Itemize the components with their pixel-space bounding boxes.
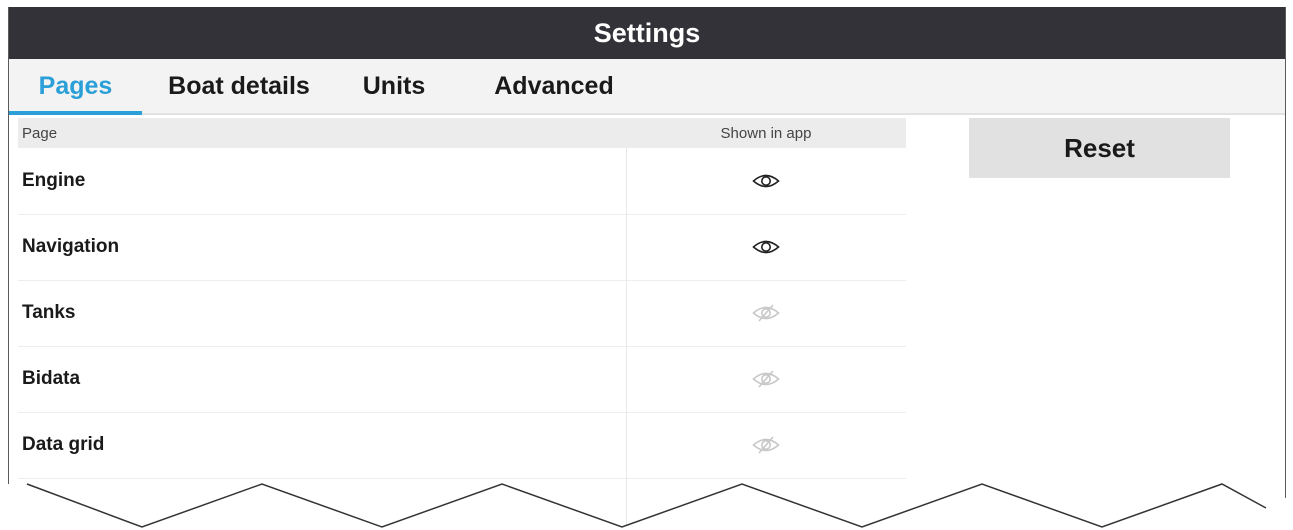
column-header-shown: Shown in app bbox=[720, 125, 812, 142]
page-name: Navigation bbox=[22, 236, 120, 257]
tab-label: Boat details bbox=[168, 71, 310, 100]
visibility-toggle[interactable] bbox=[626, 214, 906, 280]
column-divider bbox=[626, 478, 627, 530]
tab-units[interactable]: Units bbox=[349, 59, 439, 113]
tab-advanced[interactable]: Advanced bbox=[479, 59, 629, 113]
pages-table: Page Shown in app Engine Navigation Tank… bbox=[18, 118, 906, 530]
visibility-toggle[interactable] bbox=[626, 346, 906, 412]
page-name: Data grid bbox=[22, 434, 105, 455]
tab-bar: Pages Boat details Units Advanced bbox=[9, 59, 1285, 115]
reset-button[interactable]: Reset bbox=[969, 118, 1230, 178]
tab-boat-details[interactable]: Boat details bbox=[159, 59, 319, 113]
eye-off-icon bbox=[752, 304, 780, 322]
table-row: Engine bbox=[18, 148, 906, 215]
visibility-toggle[interactable] bbox=[626, 148, 906, 214]
table-row: Navigation bbox=[18, 214, 906, 281]
settings-window: Settings Pages Boat details Units Advanc… bbox=[8, 7, 1286, 530]
table-header: Page Shown in app bbox=[18, 118, 906, 148]
eye-icon bbox=[752, 174, 780, 188]
column-header-page: Page bbox=[22, 125, 58, 142]
tab-pages[interactable]: Pages bbox=[9, 59, 142, 115]
visibility-toggle[interactable] bbox=[626, 412, 906, 478]
eye-icon bbox=[752, 240, 780, 254]
window-title: Settings bbox=[593, 17, 701, 48]
visibility-toggle[interactable] bbox=[626, 280, 906, 346]
table-row: Tanks bbox=[18, 280, 906, 347]
table-row bbox=[18, 478, 906, 530]
tab-label: Advanced bbox=[494, 71, 614, 100]
table-row: Bidata bbox=[18, 346, 906, 413]
page-name: Bidata bbox=[22, 368, 81, 389]
title-bar: Settings bbox=[9, 7, 1285, 59]
table-row: Data grid bbox=[18, 412, 906, 479]
eye-off-icon bbox=[752, 436, 780, 454]
page-name: Engine bbox=[22, 170, 86, 191]
eye-off-icon bbox=[752, 370, 780, 388]
tab-label: Pages bbox=[38, 71, 113, 100]
page-name: Tanks bbox=[22, 302, 76, 323]
tab-label: Units bbox=[362, 71, 426, 100]
